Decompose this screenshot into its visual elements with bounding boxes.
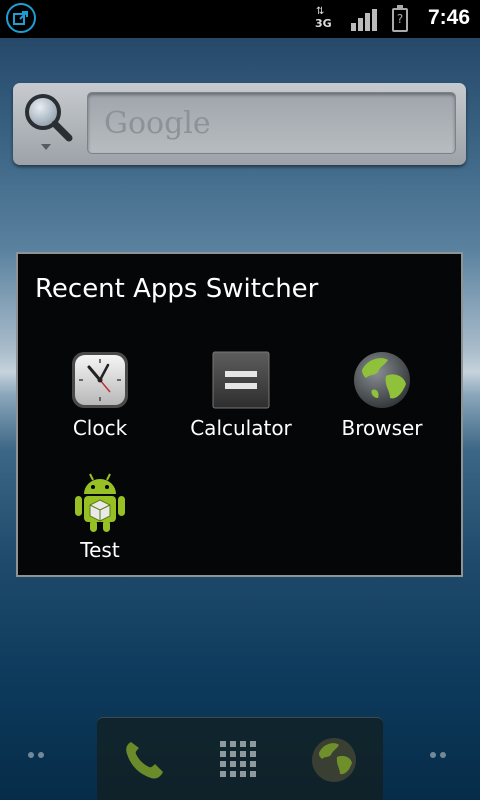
network-type-label: 3G xyxy=(315,17,332,30)
browser-icon xyxy=(352,350,412,410)
page-indicator-right[interactable] xyxy=(430,752,452,760)
notification-icon[interactable] xyxy=(6,3,36,33)
status-bar: ⇅ 3G ? 7:46 xyxy=(0,0,480,38)
search-input[interactable] xyxy=(88,93,455,153)
status-time: 7:46 xyxy=(427,6,470,29)
dialog-title: Recent Apps Switcher xyxy=(35,274,319,304)
network-3g-icon: ⇅ 3G xyxy=(313,7,335,31)
app-label-browser: Browser xyxy=(341,416,423,440)
app-label-calculator: Calculator xyxy=(190,416,292,440)
calculator-icon xyxy=(211,350,271,410)
app-tile-clock[interactable]: Clock xyxy=(25,350,175,470)
app-tile-test[interactable]: Test xyxy=(25,472,175,592)
android-icon xyxy=(70,472,130,532)
app-label-clock: Clock xyxy=(72,416,128,440)
page-indicator-left[interactable] xyxy=(28,752,50,760)
battery-icon: ? xyxy=(392,5,408,32)
app-tile-calculator[interactable]: Calculator xyxy=(166,350,316,470)
home-screen: ⇅ 3G ? 7:46 Google Recent Apps Switcher … xyxy=(0,0,480,800)
network-arrows: ⇅ xyxy=(316,6,326,17)
app-label-test: Test xyxy=(80,538,120,562)
signal-icon xyxy=(351,9,377,31)
recent-apps-dialog: Recent Apps Switcher Clock Calculator Br… xyxy=(16,252,463,577)
phone-icon[interactable] xyxy=(119,734,169,784)
search-icon[interactable] xyxy=(23,92,83,154)
battery-indicator: ? xyxy=(396,12,404,26)
google-search-widget xyxy=(13,83,466,165)
search-field[interactable] xyxy=(87,92,456,154)
clock-icon xyxy=(70,350,130,410)
browser-dock-icon[interactable] xyxy=(311,737,357,783)
app-tile-browser[interactable]: Browser xyxy=(307,350,457,470)
app-drawer-icon[interactable] xyxy=(219,740,259,780)
dock xyxy=(97,717,383,800)
